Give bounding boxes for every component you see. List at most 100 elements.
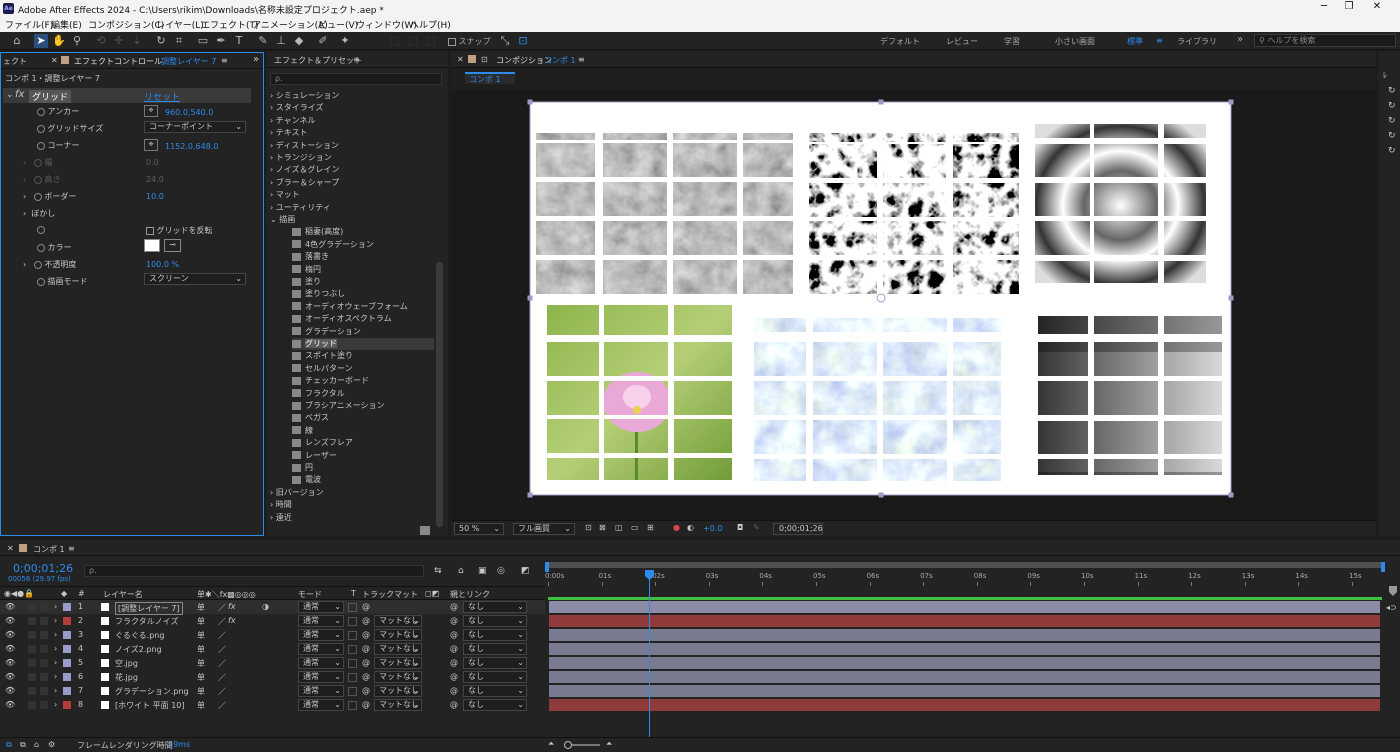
eye-icon[interactable]: 👁 — [5, 658, 15, 667]
show-snapshot-icon[interactable]: ✎ — [753, 523, 760, 532]
color-management-icon[interactable]: ◐ — [687, 523, 694, 532]
lock-icon[interactable]: ⊡ — [481, 55, 488, 64]
parent-pickwhip-icon[interactable]: @ — [450, 616, 458, 625]
shy-switch-icon[interactable]: 单 — [197, 616, 205, 627]
label-color[interactable] — [63, 673, 71, 681]
solo-toggle[interactable] — [28, 701, 36, 709]
effect-category[interactable]: › テキスト — [270, 127, 308, 139]
parent-dropdown[interactable]: なし ⌄ — [463, 643, 527, 655]
trackmatte-dropdown[interactable]: マットなし ⌄ — [374, 629, 422, 641]
home-icon[interactable]: ⌂ — [10, 34, 24, 48]
orbit-tool-icon[interactable]: ⟲ — [94, 34, 108, 48]
layer-name[interactable]: ぐるぐる.png — [115, 630, 164, 641]
minimize-icon[interactable]: ─ — [1317, 1, 1331, 12]
workspace-library[interactable]: ライブラリ — [1177, 36, 1217, 47]
viewer-area[interactable] — [451, 90, 1376, 520]
layer-name[interactable]: フラクタルノイズ — [115, 616, 178, 627]
collapse-icon[interactable]: ⌄ — [6, 90, 14, 100]
preserve-transparency[interactable] — [348, 659, 357, 668]
expand-icon[interactable]: › — [54, 700, 57, 709]
layer-name[interactable]: 空.jpg — [115, 658, 138, 669]
stopwatch-icon[interactable] — [33, 260, 42, 269]
workspace-learn[interactable]: 学習 — [1004, 36, 1020, 47]
menu-view[interactable]: ビュー(V) — [318, 18, 358, 31]
zoom-tool-icon[interactable]: ⚲ — [70, 34, 84, 48]
label-color[interactable] — [63, 617, 71, 625]
fx-switch-icon[interactable]: fx — [228, 602, 236, 611]
expand-icon[interactable]: › — [54, 686, 57, 695]
brush-tool-icon[interactable]: ✎ — [256, 34, 270, 48]
comp-canvas[interactable] — [451, 90, 1376, 520]
layer-duration-bar[interactable] — [549, 685, 1380, 697]
eyedropper-icon[interactable]: ⊸ — [164, 239, 181, 252]
mode-dropdown[interactable]: 通常 ⌄ — [298, 699, 344, 711]
quality-switch-icon[interactable]: ／ — [218, 602, 226, 613]
snapshot-icon[interactable]: ◘ — [737, 523, 743, 532]
layer-name[interactable]: 花.jpg — [115, 672, 138, 683]
zoom-out-icon[interactable]: ⏶ — [548, 739, 554, 749]
effect-item[interactable]: ブラシアニメーション — [292, 400, 385, 412]
lock-toggle[interactable] — [40, 659, 48, 667]
effect-item[interactable]: チェッカーボード — [292, 375, 369, 387]
effect-category[interactable]: › ディストーション — [270, 140, 339, 152]
effect-category[interactable]: › スタイライズ — [270, 102, 324, 114]
label-color[interactable] — [63, 687, 71, 695]
roto-tool-icon[interactable]: ✐ — [316, 34, 330, 48]
effects-scrollbar[interactable] — [436, 262, 443, 527]
effect-item[interactable]: 4色グラデーション — [292, 239, 374, 251]
trackmatte-dropdown[interactable]: マットなし ⌄ — [374, 615, 422, 627]
transform-handle[interactable] — [1228, 492, 1234, 498]
effect-category[interactable]: › ユーティリティ — [270, 202, 331, 214]
pickwhip-icon[interactable]: @ — [362, 686, 370, 695]
layer-row[interactable]: 👁 › 3 ぐるぐる.png 单 ／ 通常 ⌄ @ マットなし ⌄ @ なし ⌄ — [0, 628, 545, 642]
quality-switch-icon[interactable]: ／ — [218, 644, 226, 655]
lock-toggle[interactable] — [40, 617, 48, 625]
parent-dropdown[interactable]: なし ⌄ — [463, 671, 527, 683]
effect-item[interactable]: 線 — [292, 425, 313, 437]
panel-menu-icon[interactable]: ≡ — [353, 55, 360, 64]
workspace-review[interactable]: レビュー — [946, 36, 978, 47]
mode-dropdown[interactable]: 通常 ⌄ — [298, 643, 344, 655]
trackmatte-dropdown[interactable]: マットなし ⌄ — [374, 685, 422, 697]
label-color[interactable] — [63, 701, 71, 709]
parent-pickwhip-icon[interactable]: @ — [450, 630, 458, 639]
rotation-tool-icon[interactable]: ↻ — [154, 34, 168, 48]
transform-handle[interactable] — [527, 492, 533, 498]
color-swatch[interactable] — [144, 239, 160, 252]
eye-icon[interactable]: 👁 — [5, 686, 15, 695]
layer-duration-bar[interactable] — [549, 699, 1380, 711]
history-icon-5[interactable]: ↻ — [1388, 146, 1396, 156]
effect-category[interactable]: › トランジション — [270, 152, 332, 164]
lock-toggle[interactable] — [40, 631, 48, 639]
quality-switch-icon[interactable]: ／ — [218, 686, 226, 697]
expand-icon[interactable]: › — [54, 658, 57, 667]
effects-presets-tab[interactable]: エフェクト＆プリセット — [274, 55, 362, 66]
effect-item[interactable]: 楕円 — [292, 264, 321, 276]
layer-duration-bar[interactable] — [549, 643, 1380, 655]
expand-icon[interactable]: › — [54, 616, 57, 625]
effect-item[interactable]: グラデーション — [292, 326, 361, 338]
solo-toggle[interactable] — [28, 659, 36, 667]
expand-icon[interactable]: › — [54, 672, 57, 681]
shy-switch-icon[interactable]: 单 — [197, 686, 205, 697]
menu-file[interactable]: ファイル(F) — [5, 18, 53, 31]
effect-item[interactable]: ベガス — [292, 412, 329, 424]
new-folder-icon[interactable] — [420, 526, 430, 535]
expand-icon[interactable]: › — [54, 644, 57, 653]
hand-tool-icon[interactable]: ✋ — [52, 34, 66, 48]
stopwatch-icon[interactable] — [37, 107, 45, 116]
menu-animation[interactable]: アニメーション(A) — [252, 18, 328, 31]
close-icon[interactable]: ✕ — [1370, 1, 1384, 12]
effect-row[interactable]: ⌄ fx グリッド リセット — [3, 88, 251, 103]
history-icon-3[interactable]: ↻ — [1388, 116, 1396, 126]
mode-dropdown[interactable]: 通常 ⌄ — [298, 657, 344, 669]
layer-row[interactable]: 👁 › 7 グラデーション.png 单 ／ 通常 ⌄ @ マットなし ⌄ @ なし ⌄ — [0, 684, 545, 698]
expand-icon[interactable]: › — [54, 602, 57, 611]
parent-pickwhip-icon[interactable]: @ — [450, 602, 458, 611]
parent-dropdown[interactable]: なし ⌄ — [463, 615, 527, 627]
menu-composition[interactable]: コンポジション(C) — [88, 18, 164, 31]
effect-category[interactable]: › チャンネル — [270, 115, 316, 127]
menu-layer[interactable]: レイヤー(L) — [156, 18, 204, 31]
pickwhip-icon[interactable]: @ — [362, 630, 370, 639]
fx-icon[interactable]: fx — [15, 89, 24, 100]
